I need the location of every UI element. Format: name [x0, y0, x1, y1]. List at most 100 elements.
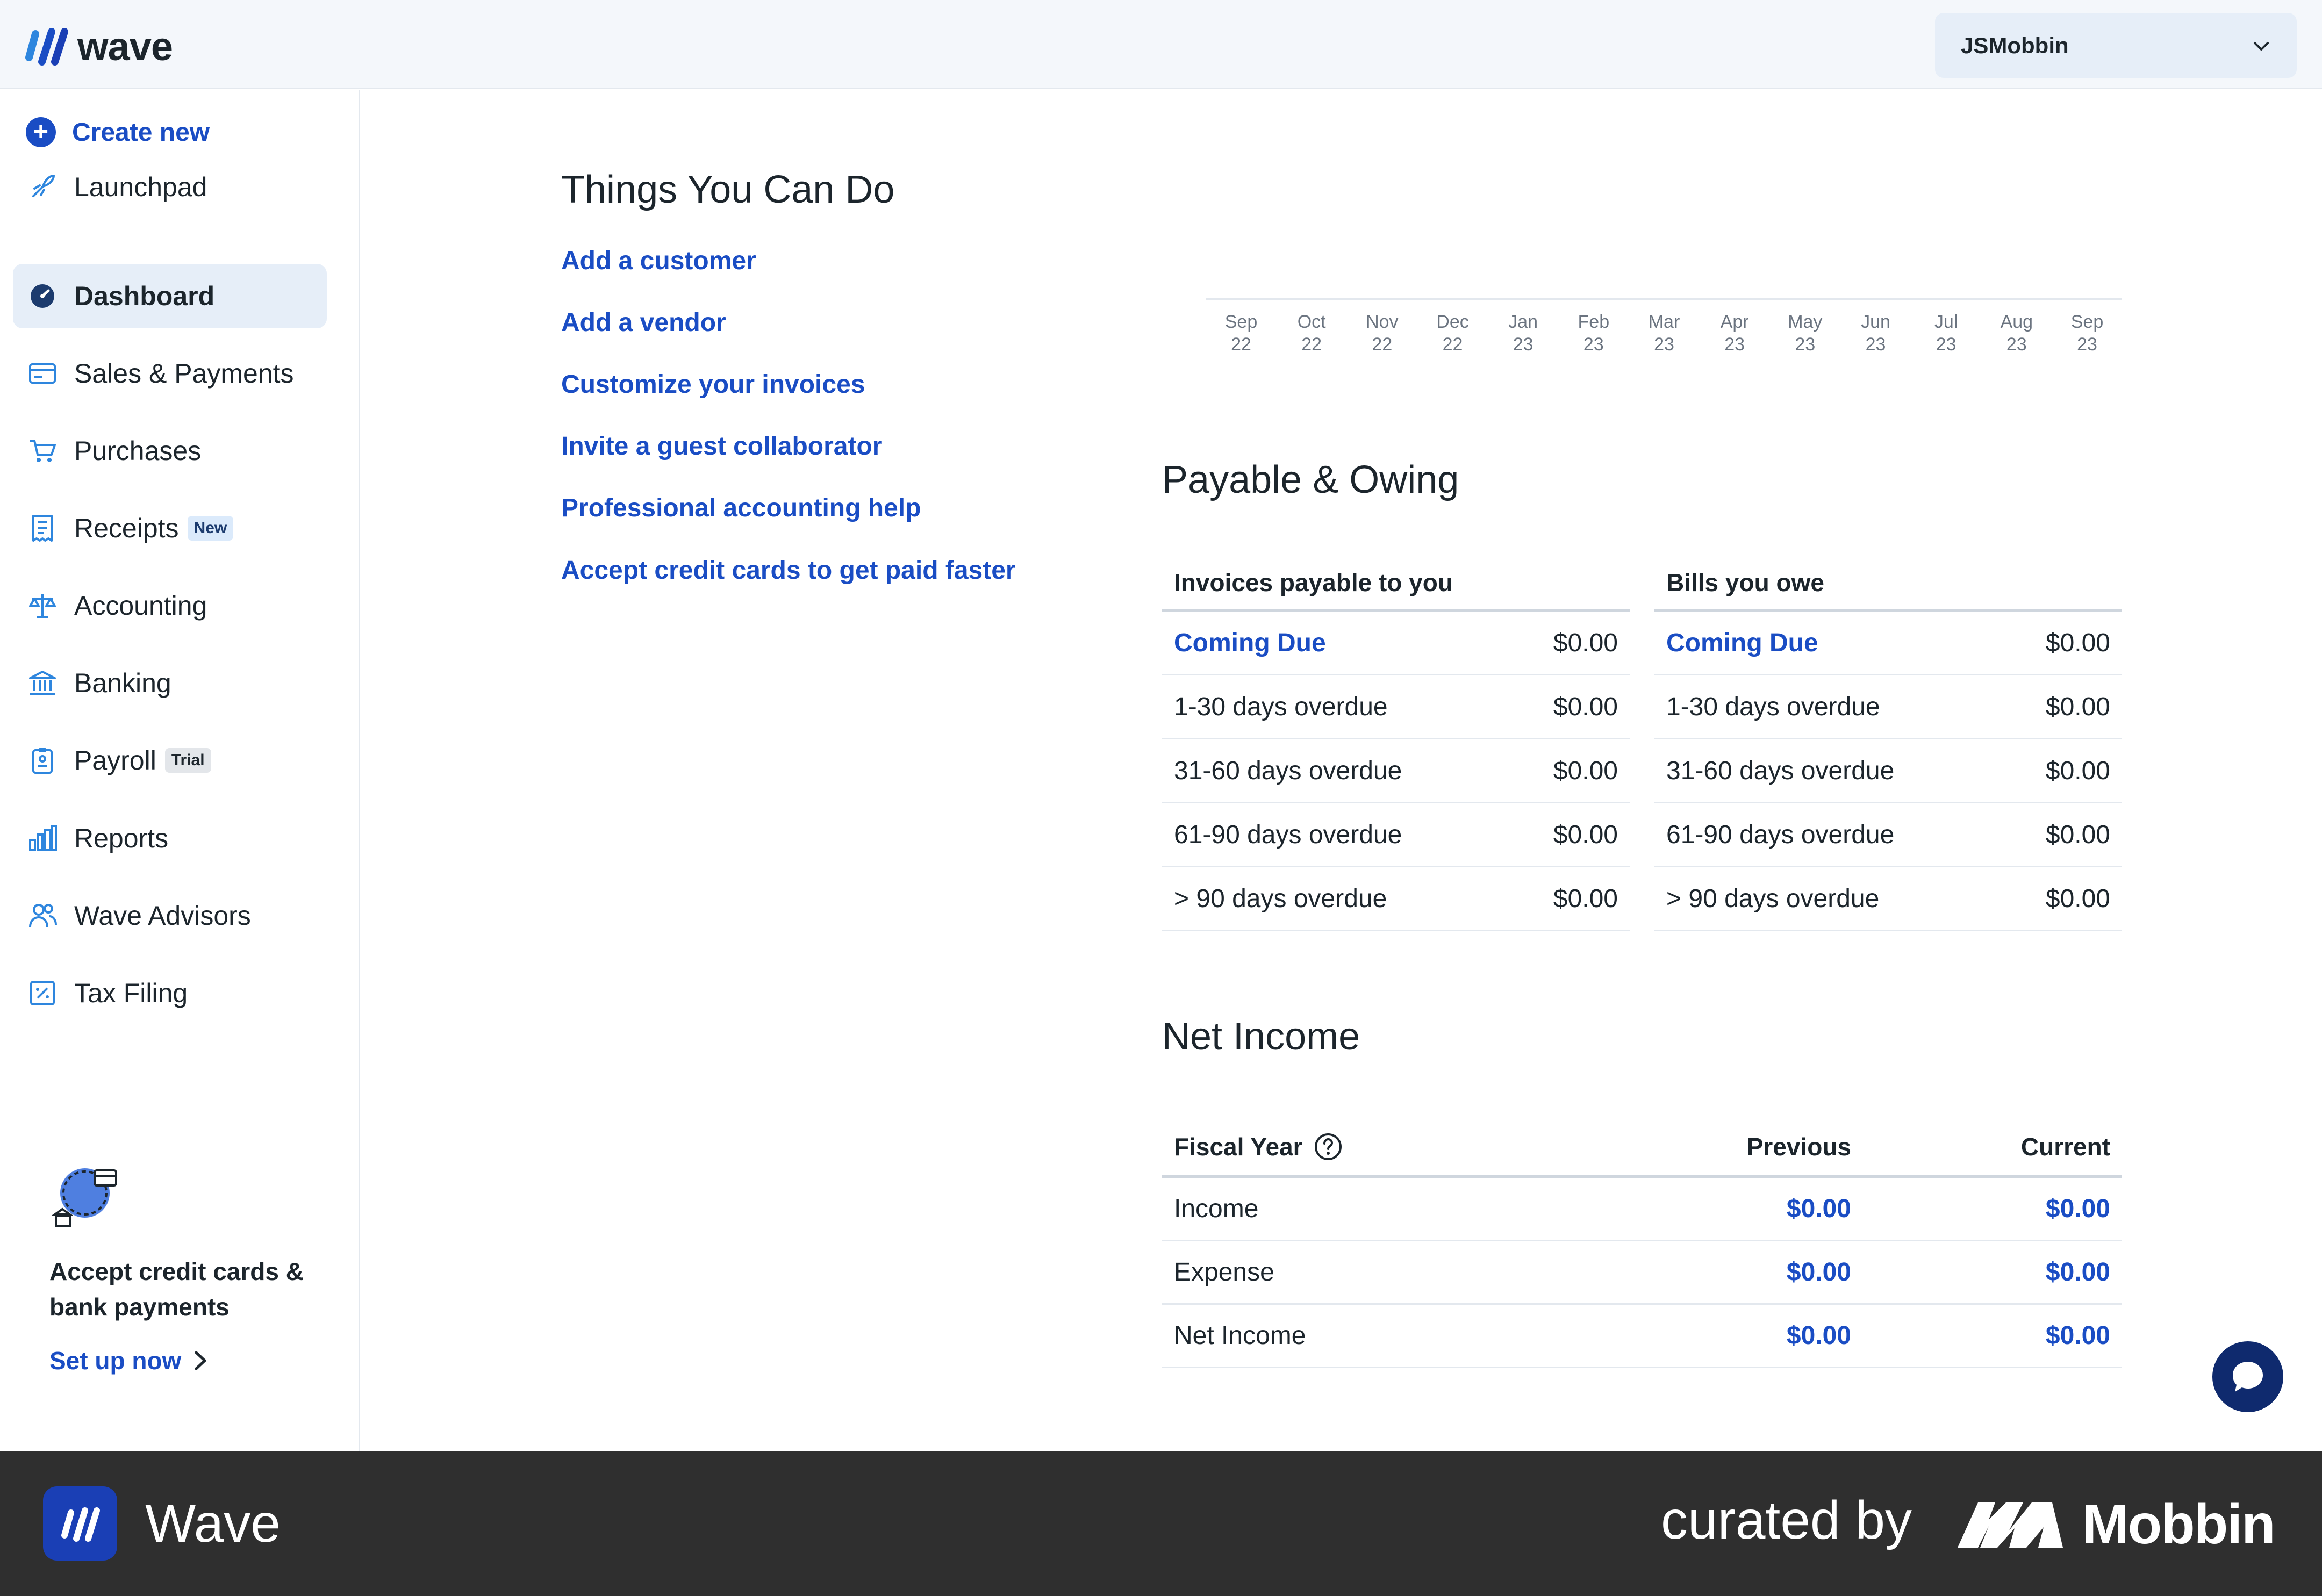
- sidebar-item-banking[interactable]: Banking: [13, 651, 327, 715]
- sidebar-item-label: Receipts: [74, 513, 179, 543]
- tick-month: Oct: [1297, 312, 1326, 332]
- table-row: > 90 days overdue $0.00: [1162, 867, 1630, 931]
- row-value: $0.00: [2045, 756, 2110, 785]
- current-value-link[interactable]: $0.00: [1851, 1194, 2110, 1224]
- row-label: 1-30 days overdue: [1666, 692, 1880, 721]
- net-income-header-row: Fiscal Year Previous Current: [1162, 1118, 2122, 1178]
- bar-chart-icon: [27, 823, 58, 854]
- tick-month: Jul: [1934, 312, 1958, 332]
- sidebar-item-label: Dashboard: [74, 281, 215, 311]
- customize-invoices-link[interactable]: Customize your invoices: [561, 370, 865, 399]
- new-badge: New: [187, 516, 234, 541]
- set-up-now-label: Set up now: [49, 1347, 182, 1375]
- chart-tick-label: May 23: [1770, 311, 1840, 356]
- sidebar-item-reports[interactable]: Reports: [13, 806, 327, 871]
- help-icon[interactable]: [1314, 1132, 1343, 1161]
- chart-tick-label: Sep 23: [2052, 311, 2122, 356]
- sidebar-item-label: Payroll: [74, 745, 156, 775]
- row-label: Net Income: [1174, 1321, 1306, 1350]
- tick-month: May: [1788, 312, 1823, 332]
- footer-app-name: Wave: [145, 1493, 281, 1554]
- trial-badge: Trial: [164, 748, 211, 773]
- curated-by-label: curated by: [1661, 1490, 1912, 1550]
- sidebar-item-label: Launchpad: [74, 172, 207, 202]
- card-icon: [27, 358, 58, 389]
- row-label: Expense: [1174, 1258, 1274, 1286]
- table-row: 61-90 days overdue $0.00: [1654, 803, 2122, 867]
- sidebar-item-label: Banking: [74, 668, 171, 698]
- table-row: 61-90 days overdue $0.00: [1162, 803, 1630, 867]
- scale-icon: [27, 590, 58, 621]
- sidebar-item-sales-payments[interactable]: Sales & Payments: [13, 341, 327, 406]
- previous-value-link[interactable]: $0.00: [1593, 1257, 1851, 1287]
- sidebar-item-dashboard[interactable]: Dashboard: [13, 264, 327, 328]
- account-switcher[interactable]: JSMobbin: [1935, 13, 2297, 78]
- row-label: Income: [1174, 1195, 1259, 1223]
- mobbin-wordmark: Mobbin: [2082, 1493, 2276, 1556]
- sidebar-item-launchpad[interactable]: Launchpad: [13, 155, 327, 219]
- payable-owing-title: Payable & Owing: [1162, 458, 1459, 501]
- row-label: 61-90 days overdue: [1666, 820, 1895, 849]
- net-income-table: Fiscal Year Previous Current Income $0.0…: [1162, 1118, 2122, 1368]
- table-row: Net Income $0.00 $0.00: [1162, 1305, 2122, 1368]
- tick-month: Mar: [1648, 312, 1680, 332]
- chart-tick-label: Oct 22: [1277, 311, 1346, 356]
- coming-due-link[interactable]: Coming Due: [1666, 628, 1818, 658]
- invite-guest-collaborator-link[interactable]: Invite a guest collaborator: [561, 432, 882, 461]
- chart-tick-label: Sep 22: [1206, 311, 1276, 356]
- current-value-link[interactable]: $0.00: [1851, 1321, 2110, 1350]
- row-value: $0.00: [1553, 756, 1618, 785]
- tick-month: Aug: [2000, 312, 2033, 332]
- add-vendor-link[interactable]: Add a vendor: [561, 308, 726, 337]
- chevron-down-icon: [2254, 42, 2269, 51]
- table-row: 31-60 days overdue $0.00: [1162, 739, 1630, 803]
- clipboard-icon: [27, 745, 58, 776]
- account-name: JSMobbin: [1961, 32, 2069, 58]
- coming-due-link[interactable]: Coming Due: [1174, 628, 1326, 658]
- create-new-button[interactable]: + Create new: [26, 117, 210, 147]
- row-label: 61-90 days overdue: [1174, 820, 1402, 849]
- sidebar-item-accounting[interactable]: Accounting: [13, 573, 327, 638]
- tick-year: 23: [1724, 334, 1745, 355]
- sidebar-item-purchases[interactable]: Purchases: [13, 419, 327, 483]
- promo-title: Accept credit cards & bank payments: [49, 1257, 304, 1321]
- professional-accounting-help-link[interactable]: Professional accounting help: [561, 493, 921, 523]
- cart-icon: [27, 435, 58, 466]
- accept-credit-cards-link[interactable]: Accept credit cards to get paid faster: [561, 556, 1016, 585]
- sidebar-item-receipts[interactable]: Receipts New: [13, 496, 327, 560]
- add-customer-link[interactable]: Add a customer: [561, 246, 756, 276]
- table-row: 1-30 days overdue $0.00: [1654, 675, 2122, 739]
- row-value: $0.00: [2045, 820, 2110, 849]
- previous-column-header: Previous: [1746, 1132, 1851, 1161]
- sidebar-item-payroll[interactable]: Payroll Trial: [13, 728, 327, 793]
- tick-year: 23: [2077, 334, 2097, 355]
- sidebar-item-label: Reports: [74, 823, 169, 853]
- previous-value-link[interactable]: $0.00: [1593, 1194, 1851, 1224]
- wave-logo[interactable]: wave: [24, 24, 173, 69]
- sidebar-item-label: Purchases: [74, 436, 202, 466]
- footer-banner: Wave curated by Mobbin: [0, 1451, 2322, 1596]
- sidebar-item-wave-advisors[interactable]: Wave Advisors: [13, 883, 327, 948]
- payments-promo: Accept credit cards & bank payments Set …: [49, 1165, 340, 1375]
- sidebar-item-tax-filing[interactable]: Tax Filing: [13, 961, 327, 1025]
- receipt-icon: [27, 513, 58, 544]
- table-row: Coming Due $0.00: [1654, 612, 2122, 675]
- things-you-can-do-title: Things You Can Do: [561, 168, 895, 211]
- row-label: > 90 days overdue: [1666, 884, 1880, 913]
- current-column-header: Current: [2020, 1132, 2110, 1161]
- table-row: > 90 days overdue $0.00: [1654, 867, 2122, 931]
- bills-owe-table: Bills you owe Coming Due $0.00 1-30 days…: [1654, 556, 2122, 931]
- chart-tick-label: Jun 23: [1841, 311, 1911, 356]
- set-up-now-link[interactable]: Set up now: [49, 1346, 340, 1375]
- row-value: $0.00: [1553, 692, 1618, 721]
- tax-icon: [27, 977, 58, 1009]
- top-bar: wave JSMobbin: [0, 0, 2322, 89]
- previous-value-link[interactable]: $0.00: [1593, 1321, 1851, 1350]
- chat-button[interactable]: [2212, 1341, 2283, 1412]
- logo-text: wave: [77, 24, 173, 69]
- current-value-link[interactable]: $0.00: [1851, 1257, 2110, 1287]
- mobbin-brand: Mobbin: [1958, 1493, 2276, 1557]
- create-new-label: Create new: [72, 118, 210, 147]
- chart-tick-label: Mar 23: [1629, 311, 1699, 356]
- table-row: Expense $0.00 $0.00: [1162, 1241, 2122, 1305]
